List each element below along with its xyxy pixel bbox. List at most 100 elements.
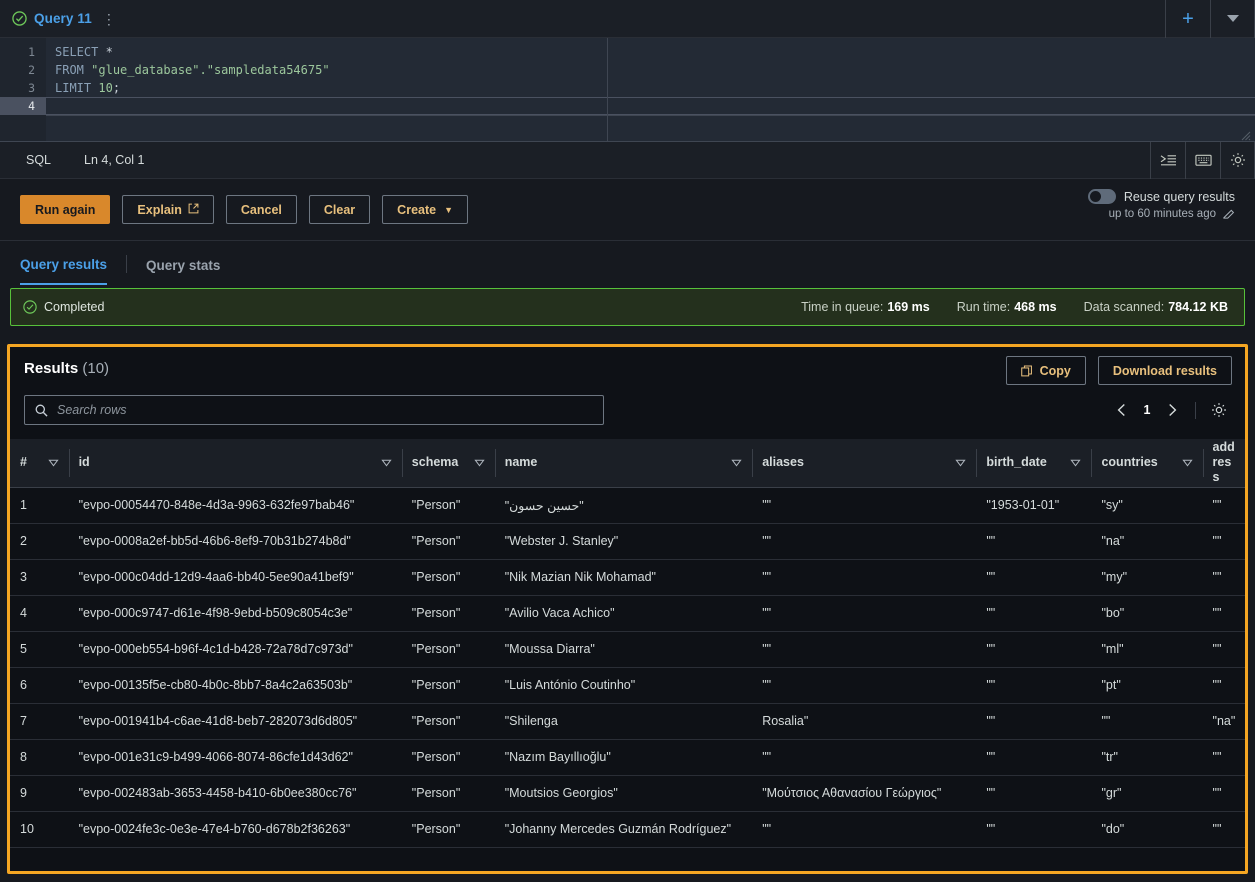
code-line: SELECT * [55,45,113,59]
query-tab-menu-icon[interactable]: ⋮ [99,12,119,26]
cell-name: "Nik Mazian Nik Mohamad" [494,559,753,596]
cell-address: "" [1202,631,1245,668]
cell-birth_date: "" [976,595,1092,632]
cell-birth_date: "" [976,667,1092,704]
sort-caret-icon[interactable] [47,457,59,468]
editor-tool-icons [1150,141,1255,179]
copy-button[interactable]: Copy [1005,356,1086,385]
status-text: Completed [44,300,105,314]
cell-num: 10 [10,811,69,848]
sort-caret-icon[interactable] [1070,457,1082,468]
cell-name: "Moutsios Georgios" [494,775,753,812]
editor-line-numbers: 1 2 3 4 [0,38,46,141]
column-header-address[interactable]: address [1202,439,1245,488]
cell-address: "" [1202,667,1245,704]
cell-name: "Shilenga [494,703,753,740]
cell-num: 4 [10,595,69,632]
copy-icon [1020,365,1033,377]
cell-id: "evpo-000c9747-d61e-4f98-9ebd-b509c8054c… [68,595,402,632]
tab-query-stats[interactable]: Query stats [146,245,220,284]
editor-vertical-rule [607,38,608,141]
current-page-number[interactable]: 1 [1139,403,1155,417]
run-again-button[interactable]: Run again [20,195,111,224]
tab-list-dropdown-button[interactable] [1210,0,1255,38]
code-line: LIMIT 10; [55,81,121,95]
query-status-banner: Completed Time in queue: 169 ms Run time:… [10,288,1245,326]
cell-id: "evpo-001941b4-c6ae-41d8-beb7-282073d6d8… [68,703,402,740]
download-results-button[interactable]: Download results [1097,356,1232,385]
explain-label: Explain [137,202,182,217]
column-header-countries[interactable]: countries [1091,439,1203,488]
cell-address: "" [1202,595,1245,632]
table-row[interactable]: 10 "evpo-0024fe3c-0e3e-47e4-b760-d678b2f3… [10,811,1245,848]
cell-name: "Moussa Diarra" [494,631,753,668]
table-row[interactable]: 7 "evpo-001941b4-c6ae-41d8-beb7-282073d6d… [10,703,1245,740]
column-header-birth_date[interactable]: birth_date [976,439,1092,488]
results-settings-gear-icon[interactable] [1206,397,1232,423]
column-header-schema[interactable]: schema [401,439,495,488]
query-tab[interactable]: Query 11 ⋮ [0,11,119,26]
cell-countries: "pt" [1091,667,1203,704]
table-row[interactable]: 8 "evpo-001e31c9-b499-4066-8074-86cfe1d43… [10,739,1245,776]
table-row[interactable]: 5 "evpo-000eb554-b96f-4c1d-b428-72a78d7c9… [10,631,1245,668]
sort-caret-icon[interactable] [474,457,485,468]
sort-caret-icon[interactable] [955,457,966,468]
next-page-button[interactable] [1159,397,1185,423]
cell-schema: "Person" [401,667,495,704]
new-query-tab-button[interactable]: + [1165,0,1210,38]
table-row[interactable]: 3 "evpo-000c04dd-12d9-4aa6-bb40-5ee90a41b… [10,559,1245,596]
column-header-aliases[interactable]: aliases [752,439,977,488]
check-circle-icon [12,11,27,26]
cell-id: "evpo-000c04dd-12d9-4aa6-bb40-5ee90a41be… [68,559,402,596]
explain-button[interactable]: Explain [122,195,214,224]
cell-schema: "Person" [401,631,495,668]
cancel-button[interactable]: Cancel [225,195,297,224]
reuse-query-results-label: Reuse query results [1123,189,1235,204]
cancel-label: Cancel [240,202,282,217]
cell-birth_date: "" [976,631,1092,668]
reuse-duration-label: up to 60 minutes ago [1108,207,1216,220]
sort-caret-icon[interactable] [731,457,742,468]
cell-address: "" [1202,487,1245,524]
cell-num: 1 [10,487,69,524]
cell-name: "حسين حسون" [494,487,753,524]
results-title-text: Results [24,360,79,377]
keyboard-icon[interactable] [1185,141,1220,179]
cell-name: "Webster J. Stanley" [494,523,753,560]
pencil-icon[interactable] [1222,207,1235,220]
sort-caret-icon[interactable] [381,457,392,468]
pagination-divider [1195,401,1196,419]
search-input[interactable]: Search rows [24,395,604,425]
table-row[interactable]: 6 "evpo-00135f5e-cb80-4b0c-8bb7-8a4c2a635… [10,667,1245,704]
cell-birth_date: "" [976,775,1092,812]
table-row[interactable]: 4 "evpo-000c9747-d61e-4f98-9ebd-b509c8054… [10,595,1245,632]
editor-resize-handle[interactable] [1241,128,1251,141]
clear-button[interactable]: Clear [308,195,371,224]
cell-address: "" [1202,811,1245,848]
create-dropdown-button[interactable]: Create ▼ [382,195,469,224]
cell-countries: "my" [1091,559,1203,596]
cell-aliases: "Μούτσιος Αθανασίου Γεώργιος" [752,775,977,812]
column-header-name[interactable]: name [494,439,753,488]
editor-settings-gear-icon[interactable] [1220,141,1255,179]
column-header-id[interactable]: id [68,439,402,488]
column-header-label: birth_date [986,455,1047,470]
tab-query-results[interactable]: Query results [20,244,108,285]
sql-editor[interactable]: 1 2 3 4 SELECT * FROM "glue_database"."sa… [0,38,1255,142]
table-row[interactable]: 1 "evpo-00054470-848e-4d3a-9963-632fe97ba… [10,487,1245,524]
table-row[interactable]: 9 "evpo-002483ab-3653-4458-b410-6b0ee380c… [10,775,1245,812]
table-row[interactable]: 2 "evpo-0008a2ef-bb5d-46b6-8ef9-70b31b274… [10,523,1245,560]
reuse-query-results-toggle[interactable] [1087,189,1116,204]
editor-code[interactable]: SELECT * FROM "glue_database"."sampledata… [46,38,1255,141]
cell-address: "" [1202,523,1245,560]
sort-caret-icon[interactable] [1181,457,1193,468]
cell-countries: "na" [1091,523,1203,560]
cell-birth_date: "" [976,703,1092,740]
column-header-num[interactable]: # [10,439,69,488]
editor-language-label: SQL [26,153,52,167]
cell-name: "Nazım Bayıllıoğlu" [494,739,753,776]
format-indent-icon[interactable] [1150,141,1185,179]
create-label: Create [397,202,437,217]
cell-schema: "Person" [401,487,495,524]
previous-page-button[interactable] [1109,397,1135,423]
